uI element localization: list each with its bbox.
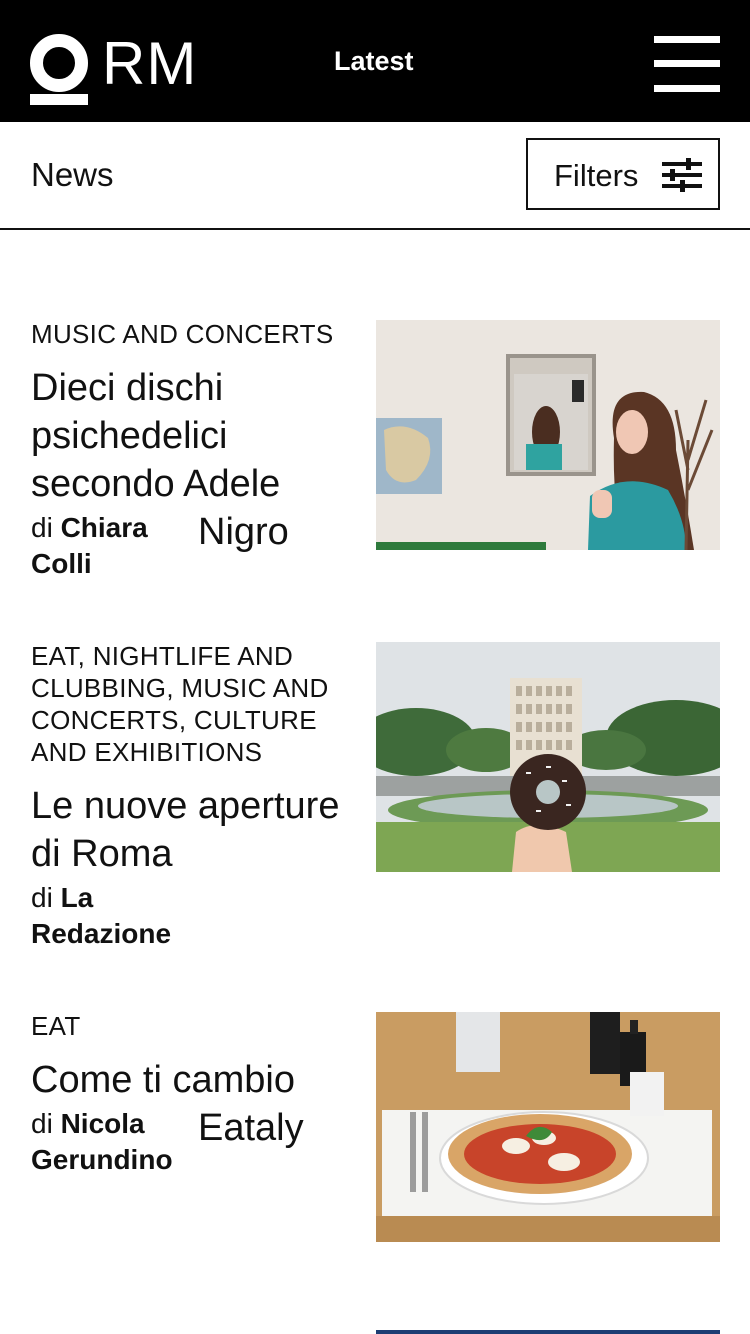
photo-donut-eur xyxy=(376,642,720,872)
logo-text: RM xyxy=(102,30,198,97)
photo-woman-mirror xyxy=(376,320,720,550)
page-title: News xyxy=(31,156,114,193)
article-title[interactable]: Le nuove aperture di Roma xyxy=(31,782,371,878)
logo-bar-icon xyxy=(30,94,88,105)
author-prefix: di xyxy=(31,882,53,913)
sliders-icon xyxy=(662,158,702,192)
article-category[interactable]: EAT xyxy=(31,1010,361,1042)
hamburger-menu-icon[interactable] xyxy=(654,36,720,92)
article-title[interactable]: Dieci dischi psichedelici secondo Adele xyxy=(31,364,351,508)
article-thumbnail[interactable] xyxy=(376,642,720,872)
top-header: RM Latest xyxy=(0,0,750,122)
filters-button[interactable]: Filters xyxy=(526,138,720,210)
article-title[interactable]: Come ti cambio xyxy=(31,1056,371,1104)
logo-ring-icon xyxy=(30,34,88,92)
article-category[interactable]: EAT, NIGHTLIFE AND CLUBBING, MUSIC AND C… xyxy=(31,640,361,768)
article-title-tail[interactable]: Nigro xyxy=(198,508,358,556)
author-prefix: di xyxy=(31,512,53,543)
article-category[interactable]: MUSIC AND CONCERTS xyxy=(31,318,361,350)
article-card[interactable]: EAT, NIGHTLIFE AND CLUBBING, MUSIC AND C… xyxy=(0,640,750,952)
photo-pizza-table xyxy=(376,1012,720,1242)
article-author[interactable]: di Nicola Gerundino xyxy=(31,1106,206,1178)
filters-label: Filters xyxy=(554,158,639,193)
section-bar: News Filters xyxy=(0,122,750,230)
author-name[interactable]: Nicola Gerundino xyxy=(31,1108,173,1175)
article-author[interactable]: di Chiara Colli xyxy=(31,510,206,582)
next-article-thumbnail-edge xyxy=(376,1330,720,1334)
article-card[interactable]: EAT Come ti cambio Eataly di Nicola Geru… xyxy=(0,1010,750,1252)
nav-latest-link[interactable]: Latest xyxy=(334,46,414,77)
article-thumbnail[interactable] xyxy=(376,320,720,550)
article-title-tail[interactable]: Eataly xyxy=(198,1104,358,1152)
article-thumbnail[interactable] xyxy=(376,1012,720,1242)
author-prefix: di xyxy=(31,1108,53,1139)
article-card[interactable]: MUSIC AND CONCERTS Dieci dischi psichede… xyxy=(0,318,750,600)
article-author[interactable]: di La Redazione xyxy=(31,880,206,952)
